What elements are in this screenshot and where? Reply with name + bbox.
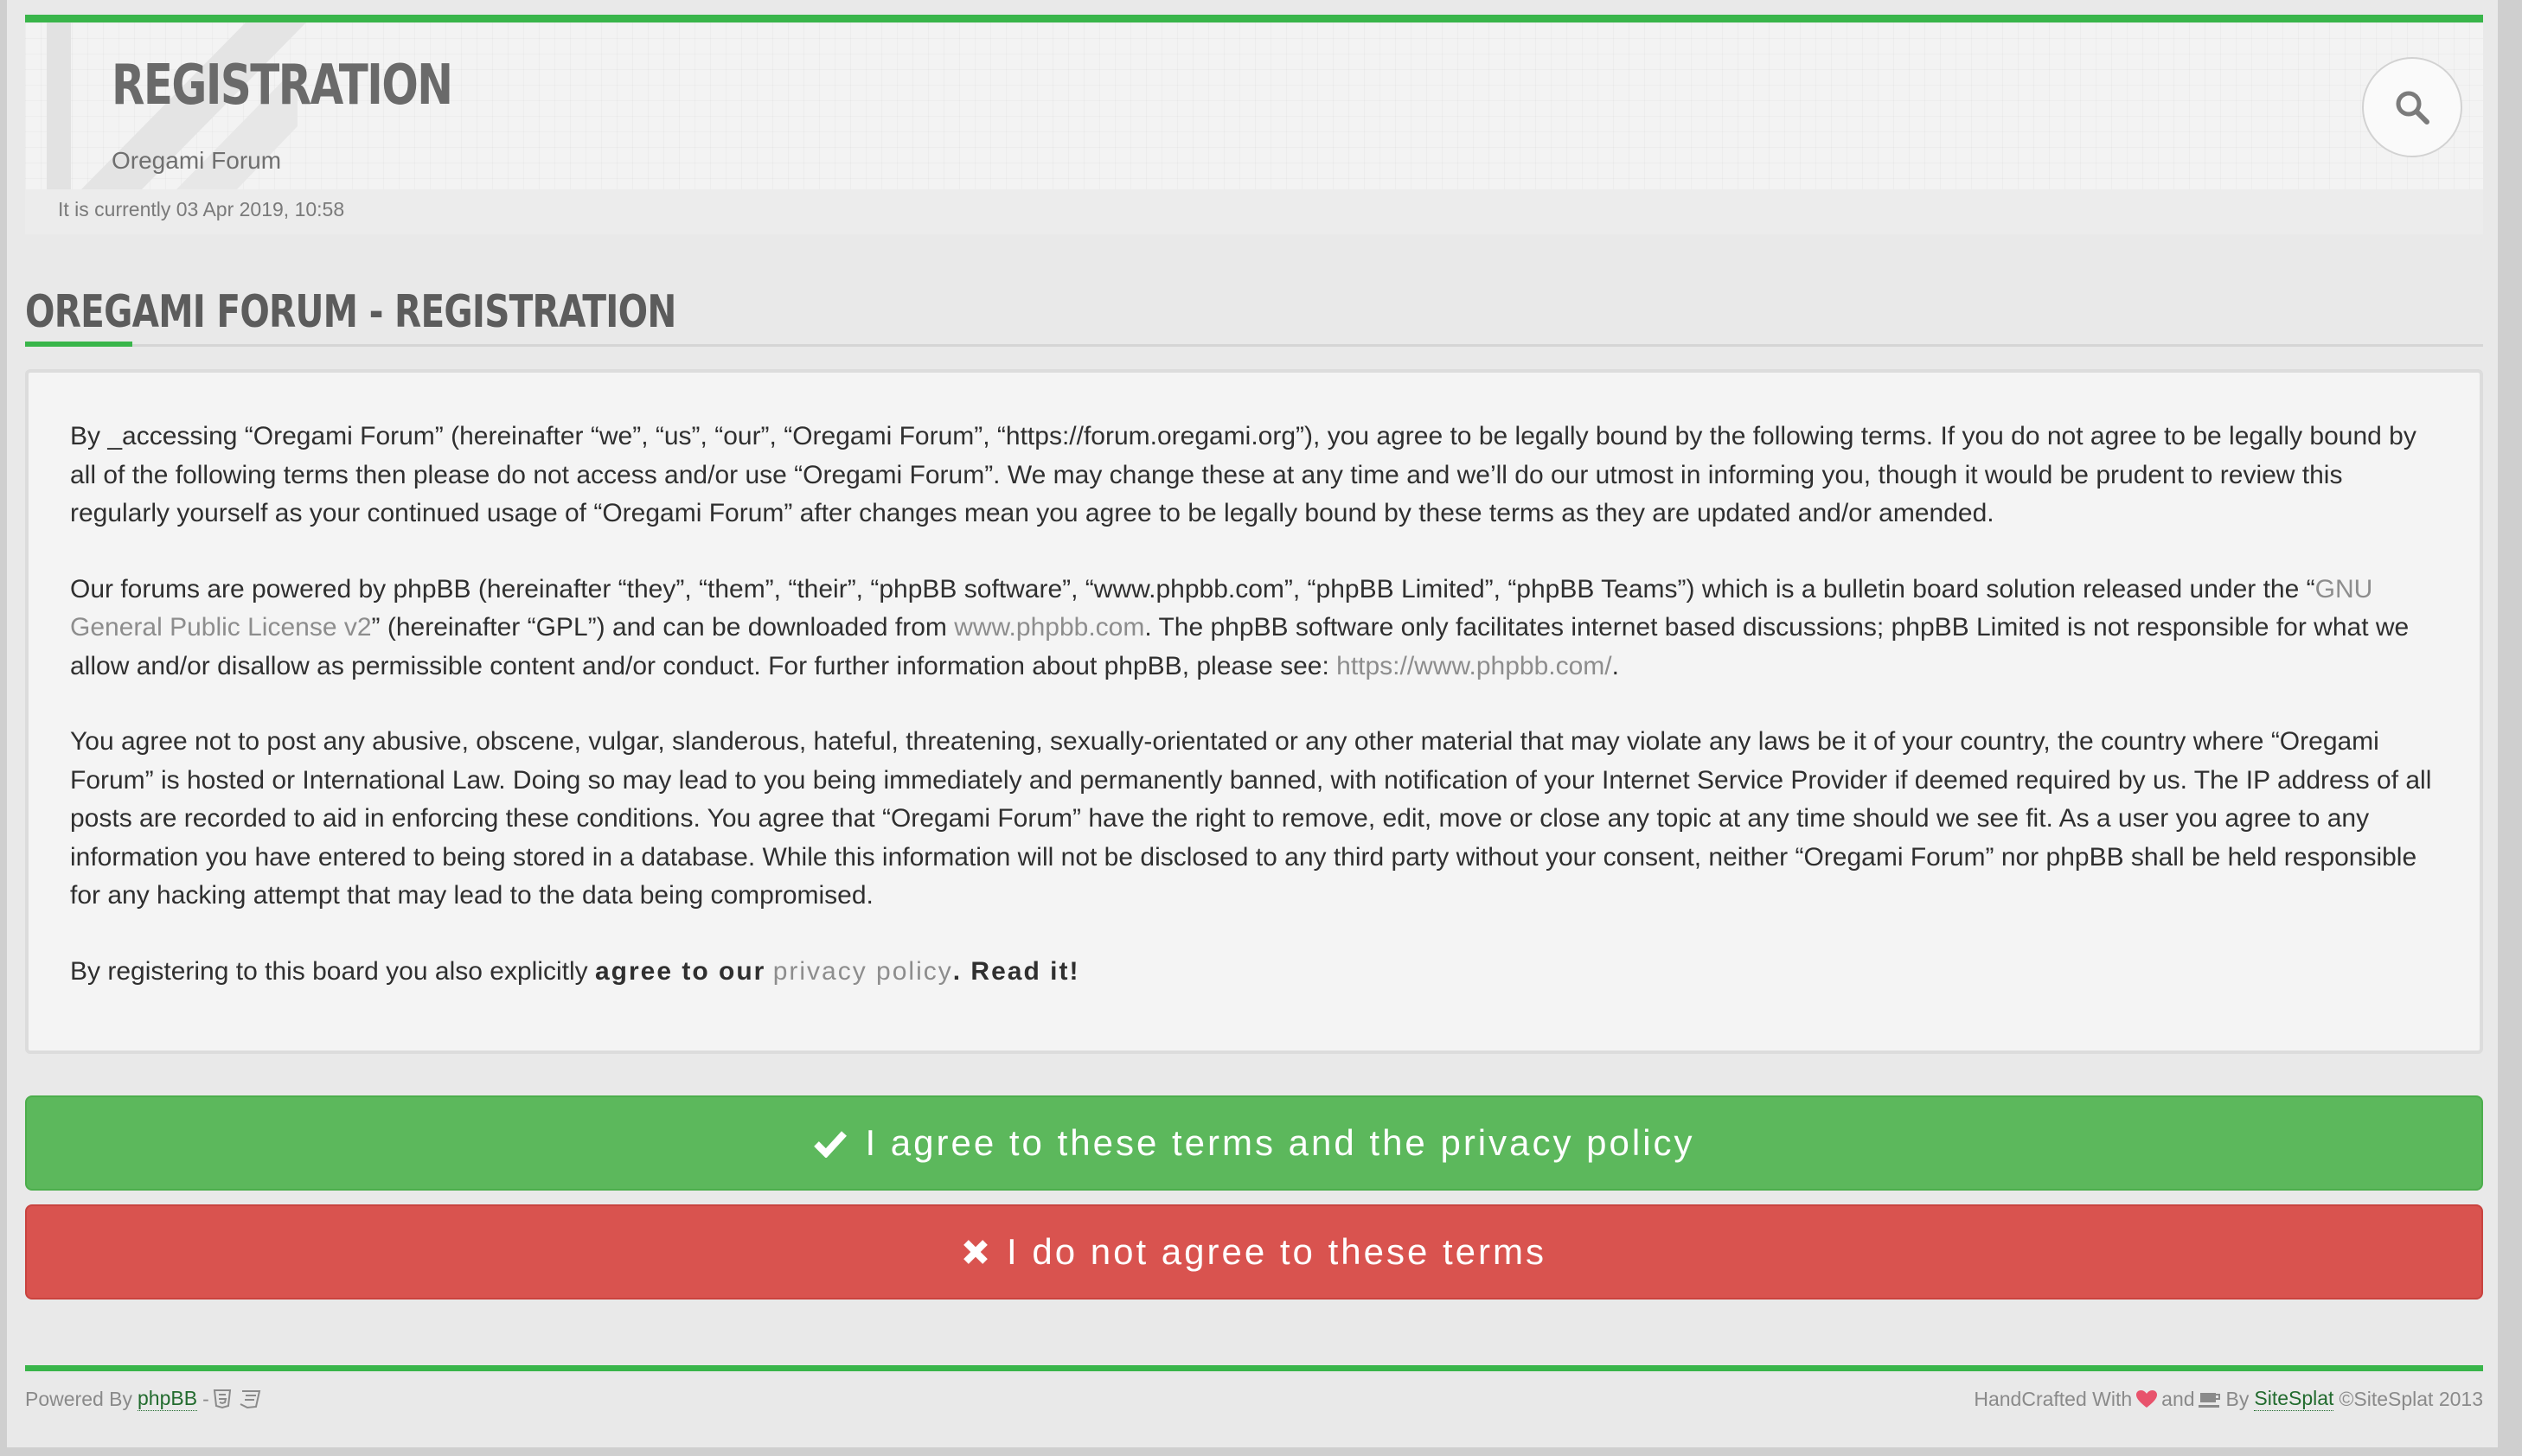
- disagree-button[interactable]: I do not agree to these terms: [25, 1204, 2483, 1300]
- terms-strong-text: . Read it!: [952, 956, 1080, 986]
- html5-icon: [213, 1389, 232, 1409]
- times-icon: [963, 1240, 988, 1264]
- current-time: It is currently 03 Apr 2019, 10:58: [25, 189, 2483, 234]
- phpbb-url-link[interactable]: https://www.phpbb.com/: [1336, 652, 1612, 680]
- terms-strong-text: agree to our: [594, 956, 766, 986]
- terms-text: By registering to this board you also ex…: [70, 956, 595, 986]
- page-title-accent: [25, 342, 132, 347]
- site-footer: Powered By phpBB - HandCrafted With and …: [25, 1371, 2483, 1423]
- footer-dash: -: [202, 1387, 209, 1410]
- page-title-section: OREGAMI FORUM - REGISTRATION: [25, 286, 2483, 347]
- sitesplat-link[interactable]: SiteSplat: [2254, 1387, 2334, 1411]
- handcrafted-text: HandCrafted With: [1974, 1387, 2133, 1410]
- site-title[interactable]: REGISTRATION: [112, 54, 453, 118]
- check-icon: [814, 1131, 848, 1158]
- site-header: REGISTRATION Oregami Forum: [25, 22, 2483, 189]
- agree-button-label: I agree to these terms and the privacy p…: [865, 1122, 1695, 1163]
- terms-text: ” (hereinafter “GPL”) and can be downloa…: [371, 613, 955, 642]
- footer-left: Powered By phpBB -: [25, 1387, 265, 1411]
- page-wrapper: REGISTRATION Oregami Forum It is current…: [25, 0, 2483, 1423]
- powered-by-text: Powered By: [25, 1387, 133, 1410]
- terms-paragraph-1: By _accessing “Oregami Forum” (hereinaft…: [70, 422, 2416, 527]
- terms-paragraph-3: You agree not to post any abusive, obsce…: [70, 727, 2432, 910]
- site-description: Oregami Forum: [112, 147, 282, 174]
- copyright-text: ©SiteSplat 2013: [2339, 1387, 2483, 1410]
- agree-button[interactable]: I agree to these terms and the privacy p…: [25, 1095, 2483, 1191]
- search-button[interactable]: [2362, 57, 2462, 157]
- css3-icon: [239, 1389, 261, 1409]
- coffee-icon: [2198, 1389, 2223, 1408]
- terms-text: Our forums are powered by phpBB (hereina…: [70, 574, 2315, 603]
- window-frame-left: [0, 0, 7, 1456]
- disagree-button-label: I do not agree to these terms: [1007, 1231, 1546, 1272]
- footer-right: HandCrafted With and By SiteSplat ©SiteS…: [1974, 1387, 2483, 1411]
- by-text: By: [2225, 1387, 2250, 1410]
- phpbb-download-link[interactable]: www.phpbb.com: [954, 613, 1144, 642]
- footer-accent-bar: [25, 1365, 2483, 1371]
- terms-paragraph-2: Our forums are powered by phpBB (hereina…: [70, 571, 2438, 686]
- page-title: OREGAMI FORUM - REGISTRATION: [25, 286, 676, 338]
- privacy-policy-link[interactable]: privacy policy: [773, 957, 953, 986]
- terms-paragraph-4: By registering to this board you also ex…: [70, 953, 2438, 992]
- window-frame-bottom: [0, 1447, 2522, 1456]
- header-accent-bar: [25, 15, 2483, 22]
- and-text: and: [2161, 1387, 2195, 1410]
- window-frame-right: [2498, 0, 2522, 1456]
- terms-panel: By _accessing “Oregami Forum” (hereinaft…: [25, 369, 2483, 1054]
- phpbb-footer-link[interactable]: phpBB: [138, 1387, 198, 1411]
- search-icon: [2396, 91, 2429, 125]
- terms-text: .: [1611, 651, 1619, 680]
- heart-icon: [2135, 1389, 2158, 1408]
